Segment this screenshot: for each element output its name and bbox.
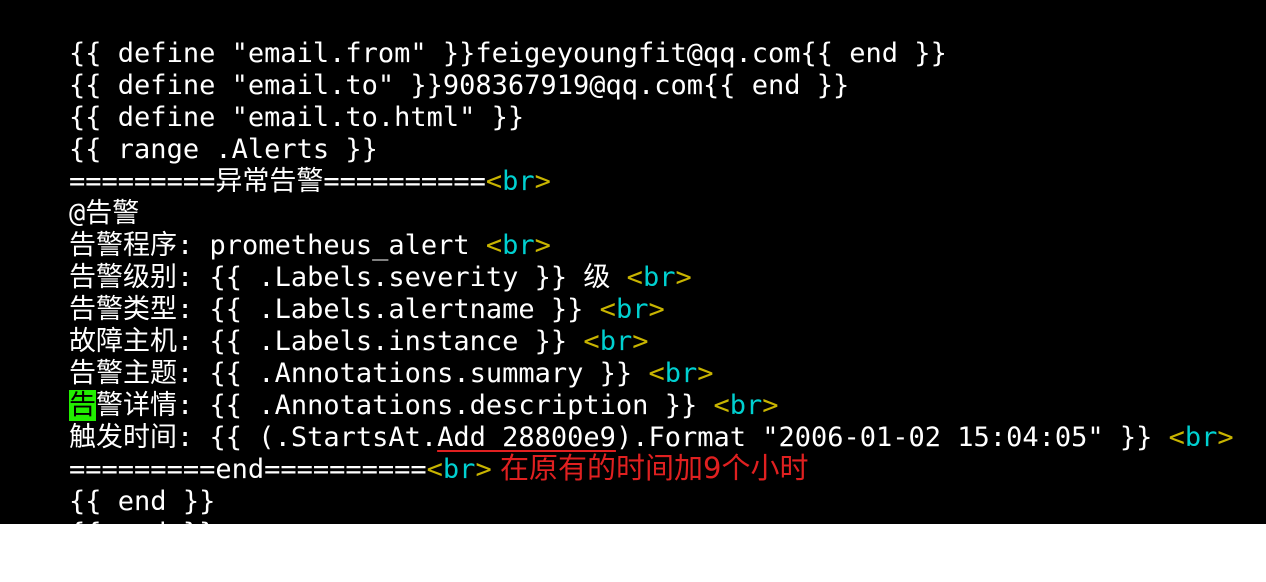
annotation-note: 在原有的时间加9个小时 <box>500 451 809 485</box>
code-line-15: {{ end }} <box>4 454 215 517</box>
br-tag: <br> <box>485 166 551 197</box>
code-line-10: 故障主机: {{ .Labels.instance }} <br> <box>4 294 648 357</box>
code-line-9: 告警类型: {{ .Labels.alertname }} <br> <box>4 262 665 325</box>
code-line-16: {{ end }} <box>4 486 215 549</box>
code-line-11: 告警主题: {{ .Annotations.summary }} <br> <box>4 326 713 389</box>
code-line-8: 告警级别: {{ .Labels.severity }} 级 <br> <box>4 230 692 293</box>
code-text: {{ end }} <box>69 518 216 549</box>
code-line-12: 告警详情: {{ .Annotations.description }} <br… <box>4 358 779 421</box>
code-line-4: {{ range .Alerts }} <box>4 102 378 165</box>
br-tag: <br> <box>1168 422 1234 453</box>
terminal-editor[interactable]: {{ define "email.from" }}feigeyoungfit@q… <box>0 0 1266 549</box>
code-line-1: {{ define "email.from" }}feigeyoungfit@q… <box>4 6 947 69</box>
code-line-13: 触发时间: {{ (.StartsAt.Add 28800e9).Format … <box>4 390 1234 453</box>
code-line-2: {{ define "email.to" }}908367919@qq.com{… <box>4 38 849 101</box>
code-line-14: =========end==========<br> <box>4 422 492 485</box>
code-line-3: {{ define "email.to.html" }} <box>4 70 524 133</box>
code-line-7: 告警程序: prometheus_alert <br> <box>4 198 551 261</box>
br-tag: <br> <box>426 454 492 485</box>
code-line-6: @告警 <box>4 166 139 229</box>
code-line-5: =========异常告警==========<br> <box>4 134 551 197</box>
